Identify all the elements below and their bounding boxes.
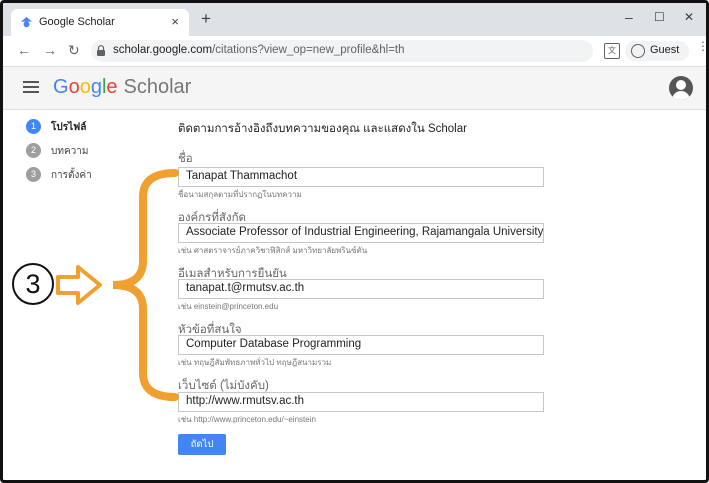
annotation-overlay xyxy=(56,169,179,401)
browser-window: Google Scholar × + – ☐ ✕ ← → ↻ scholar.g… xyxy=(0,0,709,483)
annotation-step-number: 3 xyxy=(12,263,54,305)
annotation-brace-icon xyxy=(112,169,179,401)
annotation-arrow-icon xyxy=(56,265,102,305)
